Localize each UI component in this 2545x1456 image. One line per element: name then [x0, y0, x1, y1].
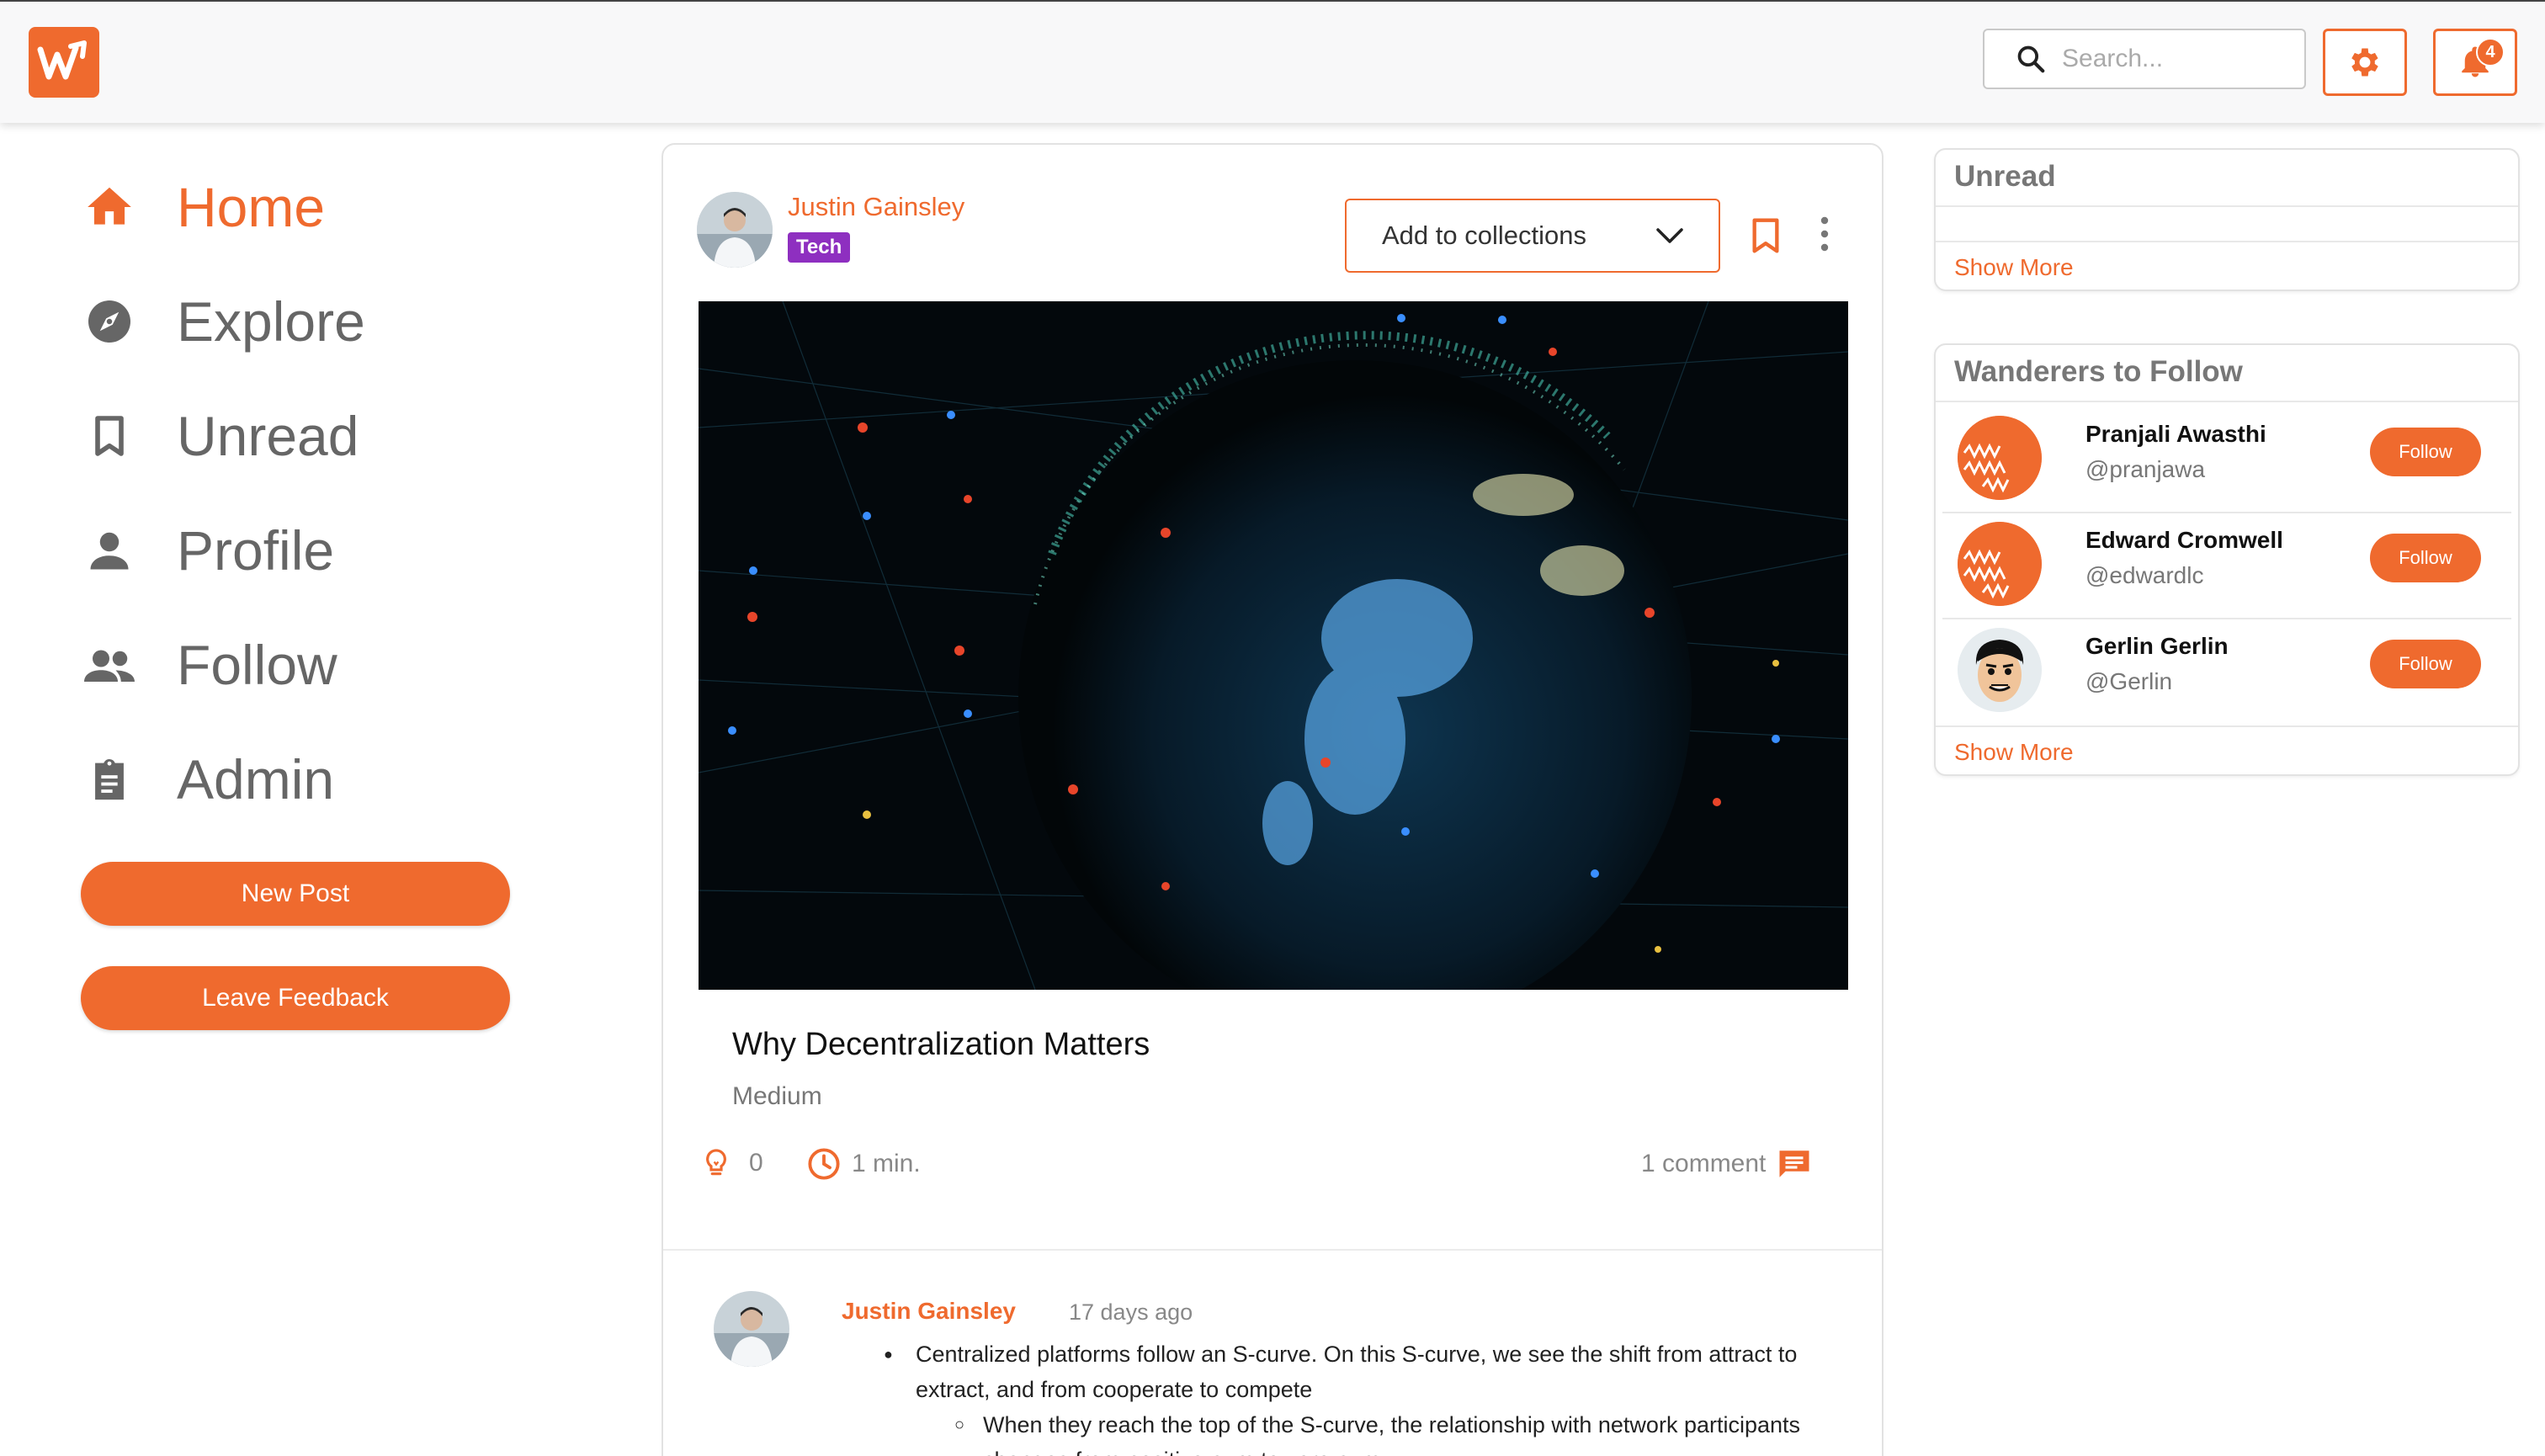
gear-icon [2351, 48, 2378, 77]
logo-icon [37, 40, 87, 80]
post-source: Medium [732, 1082, 822, 1110]
search-box[interactable] [1983, 29, 2306, 89]
person-icon [81, 522, 138, 579]
people-icon [81, 636, 138, 693]
sidebar-item-admin[interactable]: Admin [81, 737, 334, 821]
wanderer-handle: @edwardlc [2085, 562, 2204, 588]
panel-divider [1936, 205, 2518, 207]
sidebar-item-explore[interactable]: Explore [81, 279, 365, 364]
lightbulb-icon [706, 1149, 726, 1176]
sidebar-item-home[interactable]: Home [81, 165, 325, 249]
wanderer-name[interactable]: Pranjali Awasthi [2085, 421, 2266, 448]
chevron-down-icon [1656, 228, 1683, 243]
add-to-collections-dropdown[interactable]: Add to collections [1345, 199, 1720, 273]
bookmark-icon [81, 407, 138, 465]
wanderer-avatar[interactable] [1958, 628, 2042, 712]
notification-count-badge: 4 [2476, 38, 2505, 66]
post-likes[interactable]: 0 [700, 1146, 763, 1180]
sidebar-item-label: Profile [177, 519, 335, 582]
wanderers-show-more-link[interactable]: Show More [1954, 739, 2074, 766]
settings-button[interactable] [2323, 29, 2407, 96]
leave-feedback-button[interactable]: Leave Feedback [81, 966, 510, 1030]
wanderers-panel-title: Wanderers to Follow [1954, 355, 2243, 388]
clipboard-icon [81, 751, 138, 808]
sidebar-item-profile[interactable]: Profile [81, 508, 334, 592]
wanderer-handle: @pranjawa [2085, 456, 2206, 482]
wanderer-handle: @Gerlin [2085, 668, 2173, 694]
sidebar-item-label: Unread [177, 405, 359, 467]
unread-panel-title: Unread [1954, 160, 2056, 193]
globe-network-image [699, 301, 1848, 990]
post-card: Justin Gainsley Tech Add to collections [661, 143, 1884, 1456]
unread-panel: Unread Show More [1934, 148, 2520, 291]
wanderer-name[interactable]: Gerlin Gerlin [2085, 633, 2229, 660]
sidebar-item-label: Follow [177, 634, 337, 696]
follow-button[interactable]: Follow [2370, 640, 2481, 688]
sidebar-item-label: Admin [177, 748, 335, 810]
comments-count: 1 comment [1641, 1150, 1767, 1177]
panel-divider [1936, 401, 2518, 402]
wanderer-avatar[interactable] [1958, 416, 2042, 500]
post-read-time: 1 min. [806, 1146, 921, 1182]
clock-icon [808, 1148, 840, 1180]
post-cover-image[interactable] [699, 301, 1848, 990]
comment-bullet: Centralized platforms follow an S-curve.… [884, 1336, 1841, 1407]
collections-label: Add to collections [1382, 221, 1586, 250]
home-icon [81, 178, 138, 236]
wanderer-avatar[interactable] [1958, 522, 2042, 606]
more-vertical-icon [1820, 216, 1829, 252]
wanderers-panel: Wanderers to Follow Pranjali Awasthi @pr… [1934, 343, 2520, 776]
panel-divider [1936, 241, 2518, 242]
notifications-button[interactable]: 4 [2433, 29, 2517, 96]
sidebar-item-label: Home [177, 176, 326, 238]
comment-body: Centralized platforms follow an S-curve.… [884, 1336, 1841, 1456]
top-header: 4 [0, 0, 2545, 123]
wanderer-logo[interactable] [29, 27, 99, 98]
panel-divider [1936, 725, 2518, 727]
wanderer-name[interactable]: Edward Cromwell [2085, 527, 2283, 554]
post-title[interactable]: Why Decentralization Matters [732, 1027, 1150, 1063]
likes-count: 0 [749, 1149, 763, 1177]
row-divider [1942, 618, 2511, 619]
comment-author-name[interactable]: Justin Gainsley [842, 1298, 1016, 1325]
search-icon [2017, 45, 2045, 73]
unread-show-more-link[interactable]: Show More [1954, 254, 2074, 281]
new-post-button[interactable]: New Post [81, 862, 510, 926]
comment-timestamp: 17 days ago [1069, 1299, 1193, 1325]
read-time-value: 1 min. [852, 1150, 921, 1177]
sidebar-item-label: Explore [177, 290, 365, 353]
post-author-name[interactable]: Justin Gainsley [788, 192, 964, 222]
comment-sub-bullet: When they reach the top of the S-curve, … [954, 1407, 1841, 1456]
bookmark-icon [1752, 218, 1779, 253]
post-category-tag[interactable]: Tech [788, 232, 851, 263]
more-options-button[interactable] [1818, 215, 1831, 257]
follow-button[interactable]: Follow [2370, 534, 2481, 582]
row-divider [1942, 512, 2511, 513]
author-avatar[interactable] [697, 192, 773, 268]
post-divider [663, 1249, 1882, 1251]
follow-button[interactable]: Follow [2370, 428, 2481, 476]
sidebar-item-unread[interactable]: Unread [81, 394, 359, 478]
compass-icon [81, 293, 138, 350]
bookmark-button[interactable] [1749, 215, 1783, 260]
sidebar-item-follow[interactable]: Follow [81, 623, 337, 707]
comment-icon [1779, 1150, 1809, 1177]
post-comments-link[interactable]: 1 comment [1641, 1146, 1813, 1182]
search-input[interactable] [2062, 45, 2298, 73]
comment-author-avatar[interactable] [714, 1291, 789, 1367]
